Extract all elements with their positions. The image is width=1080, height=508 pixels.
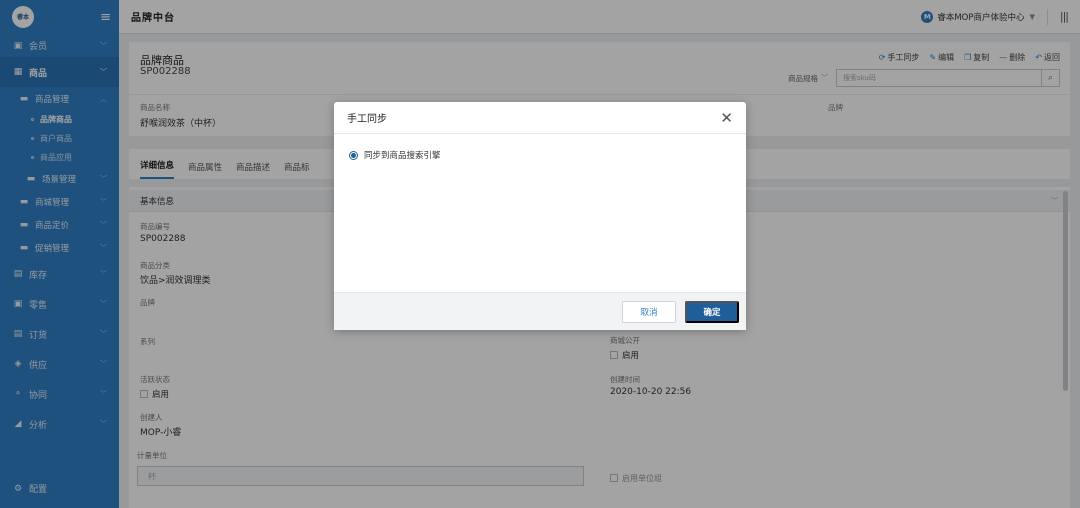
close-icon[interactable]: ✕ [720, 109, 733, 127]
sync-option-label: 同步到商品搜索引擎 [364, 151, 441, 161]
dialog-body: 同步到商品搜索引擎 [334, 134, 746, 292]
dialog-title: 手工同步 [347, 114, 387, 125]
dialog-footer: 取消 确定 [334, 292, 746, 330]
cancel-button[interactable]: 取消 [622, 300, 676, 323]
manual-sync-dialog: 手工同步 ✕ 同步到商品搜索引擎 取消 确定 [334, 102, 746, 330]
dialog-header: 手工同步 ✕ [334, 102, 746, 134]
radio-selected-icon [349, 150, 358, 160]
confirm-button[interactable]: 确定 [685, 300, 739, 323]
sync-option-radio[interactable]: 同步到商品搜索引擎 [349, 149, 731, 161]
